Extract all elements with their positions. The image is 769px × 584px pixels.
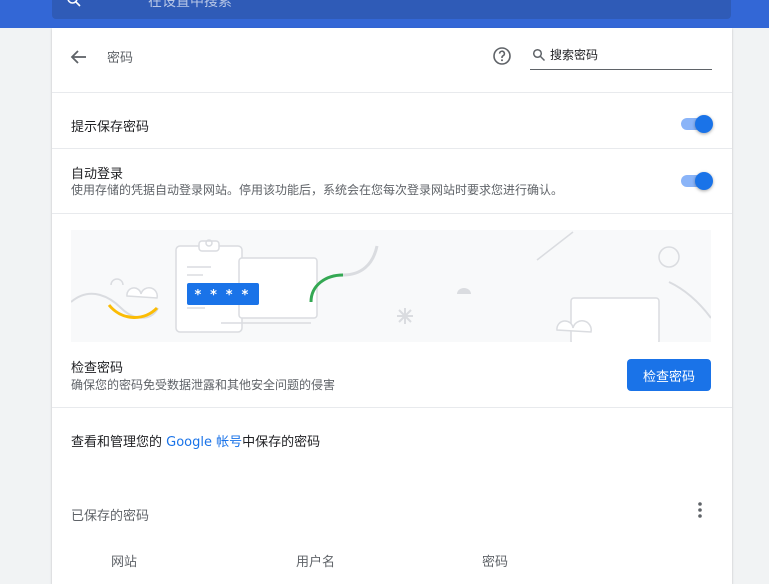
column-header-username: 用户名 xyxy=(296,555,336,570)
divider xyxy=(52,407,732,408)
divider xyxy=(52,148,732,149)
page-title: 密码 xyxy=(107,51,134,66)
check-passwords-button[interactable]: 检查密码 xyxy=(627,359,711,391)
manage-passwords-line: 查看和管理您的 Google 帐号中保存的密码 xyxy=(71,431,320,450)
toggle-knob xyxy=(695,115,713,133)
settings-search-bar[interactable]: 在设置中搜索 xyxy=(52,0,731,19)
saved-passwords-title: 已保存的密码 xyxy=(71,509,150,524)
password-search xyxy=(530,42,712,70)
help-circle-icon[interactable] xyxy=(492,46,512,66)
page-header: 密码 xyxy=(52,28,732,86)
manage-suffix: 中保存的密码 xyxy=(242,435,321,450)
offer-save-toggle[interactable] xyxy=(679,114,713,134)
check-passwords-description: 确保您的密码免受数据泄露和其他安全问题的侵害 xyxy=(71,378,336,392)
offer-save-label: 提示保存密码 xyxy=(71,120,150,135)
passwords-card: 密码 提示保存密码 自动登录 使用存储的凭据自动登录网站。停用该功能后，系统会在… xyxy=(52,28,732,584)
auto-signin-description: 使用存储的凭据自动登录网站。停用该功能后，系统会在您每次登录网站时要求您进行确认… xyxy=(71,183,564,197)
arrow-back-icon[interactable] xyxy=(68,46,90,68)
masked-password-text: * * * * | xyxy=(194,288,264,303)
settings-search-placeholder: 在设置中搜索 xyxy=(148,0,232,10)
more-vert-icon[interactable] xyxy=(692,500,708,520)
auto-signin-toggle[interactable] xyxy=(679,171,713,191)
column-header-password: 密码 xyxy=(482,555,509,570)
divider xyxy=(52,213,732,214)
search-icon xyxy=(67,0,81,7)
top-bar: 在设置中搜索 xyxy=(0,0,769,28)
google-account-link[interactable]: Google 帐号 xyxy=(166,435,242,450)
manage-prefix: 查看和管理您的 xyxy=(71,435,167,450)
illustration-graphic: * * * * | xyxy=(71,231,711,342)
toggle-knob xyxy=(695,172,713,190)
auto-signin-label: 自动登录 xyxy=(71,167,124,182)
divider xyxy=(52,92,732,93)
column-header-website: 网站 xyxy=(111,555,138,570)
password-checkup-illustration: * * * * | xyxy=(71,230,711,342)
password-search-input[interactable] xyxy=(550,45,708,65)
check-passwords-title: 检查密码 xyxy=(71,361,124,376)
search-icon xyxy=(532,48,546,62)
